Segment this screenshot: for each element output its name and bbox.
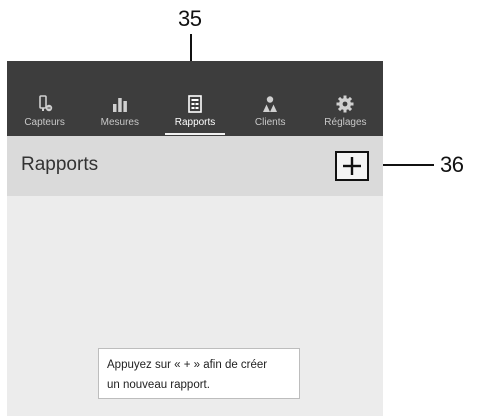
hint-tooltip: Appuyez sur « + » afin de créer un nouve…: [98, 348, 300, 399]
page-header: Rapports: [7, 136, 383, 196]
tab-reglages[interactable]: Réglages: [308, 61, 383, 136]
tab-mesures[interactable]: Mesures: [82, 61, 157, 136]
sensor-icon: [38, 95, 52, 112]
leader-line-36: [382, 164, 434, 166]
gear-icon: [336, 95, 354, 113]
tab-rapports[interactable]: Rapports: [157, 61, 232, 136]
report-list-area: Appuyez sur « + » afin de créer un nouve…: [7, 196, 383, 416]
tab-bar: Capteurs Mesures Rapports Clients Réglag…: [7, 61, 383, 136]
callout-label-36: 36: [440, 152, 464, 177]
tab-clients[interactable]: Clients: [233, 61, 308, 136]
add-report-button[interactable]: [335, 151, 369, 181]
page-title: Rapports: [21, 154, 99, 175]
tab-capteurs[interactable]: Capteurs: [7, 61, 82, 136]
tab-label: Mesures: [100, 117, 139, 128]
plus-icon: [343, 157, 361, 175]
users-icon: [263, 96, 278, 112]
tab-label: Clients: [254, 117, 286, 128]
hint-line: Appuyez sur « + » afin de créer: [107, 359, 268, 371]
app-screen: Capteurs Mesures Rapports Clients Réglag…: [7, 61, 383, 416]
tab-label: Rapports: [174, 117, 216, 128]
tab-label: Réglages: [324, 117, 367, 128]
tab-label: Capteurs: [24, 117, 65, 128]
bar-chart-icon: [112, 98, 127, 112]
report-icon: [188, 95, 202, 113]
hint-line: un nouveau rapport.: [107, 379, 210, 391]
callout-label-35: 35: [178, 6, 202, 31]
